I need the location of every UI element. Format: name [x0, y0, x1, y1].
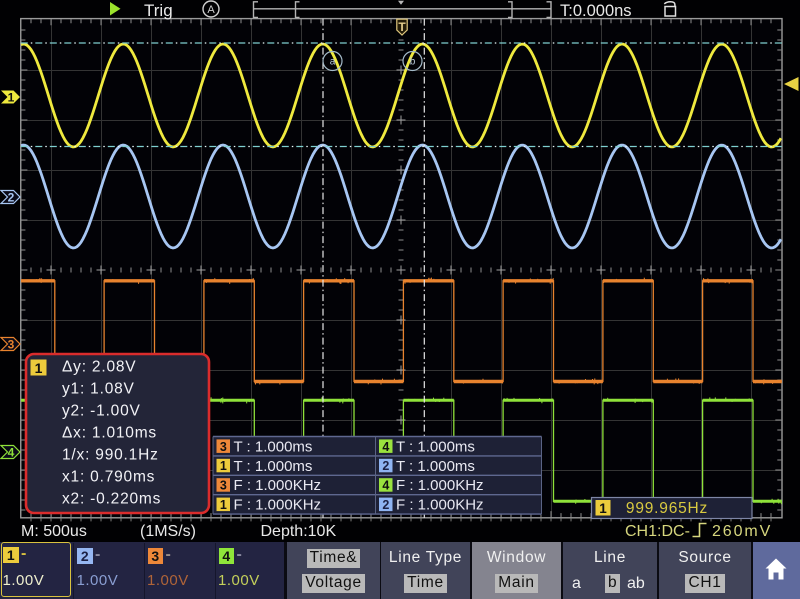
svg-text:3: 3	[220, 479, 227, 493]
svg-text:2: 2	[382, 498, 389, 512]
svg-text:4: 4	[382, 479, 389, 493]
svg-text:M: 500us: M: 500us	[21, 523, 87, 540]
svg-text:1: 1	[220, 498, 227, 512]
svg-text:A: A	[207, 4, 215, 16]
svg-text:F : 1.000KHz: F : 1.000KHz	[396, 477, 484, 494]
svg-text:2: 2	[382, 459, 389, 473]
svg-text:F : 1.000KHz: F : 1.000KHz	[234, 497, 322, 514]
svg-text:Δx: 1.010ms: Δx: 1.010ms	[62, 425, 157, 442]
svg-text:CH1:DC-: CH1:DC-	[625, 523, 690, 540]
svg-text:1: 1	[8, 91, 15, 105]
svg-text:x2: -0.220ms: x2: -0.220ms	[62, 491, 161, 508]
svg-text:1: 1	[35, 360, 43, 376]
svg-text:y1: 1.08V: y1: 1.08V	[62, 381, 135, 398]
svg-text:T:0.000ns: T:0.000ns	[560, 2, 632, 20]
svg-text:T : 1.000ms: T : 1.000ms	[396, 458, 475, 475]
svg-text:a: a	[330, 57, 336, 68]
svg-text:3: 3	[220, 440, 227, 454]
svg-text:Depth:10K: Depth:10K	[261, 523, 337, 540]
svg-text:F : 1.000KHz: F : 1.000KHz	[234, 477, 322, 494]
svg-text:T : 1.000ms: T : 1.000ms	[234, 438, 313, 455]
svg-text:y2: -1.00V: y2: -1.00V	[62, 403, 141, 420]
svg-text:1/x: 990.1Hz: 1/x: 990.1Hz	[62, 447, 159, 464]
svg-text:T: T	[398, 20, 406, 34]
svg-text:260mV: 260mV	[712, 523, 772, 540]
svg-text:T : 1.000ms: T : 1.000ms	[396, 438, 475, 455]
svg-text:3: 3	[8, 338, 15, 352]
svg-text:Trig: Trig	[144, 1, 173, 20]
svg-text:4: 4	[8, 446, 15, 460]
svg-text:1: 1	[599, 501, 607, 516]
svg-text:2: 2	[8, 191, 15, 205]
svg-text:1: 1	[220, 459, 227, 473]
svg-text:T : 1.000ms: T : 1.000ms	[234, 458, 313, 475]
svg-text:b: b	[410, 57, 416, 68]
svg-text:999.965Hz: 999.965Hz	[626, 500, 708, 517]
svg-text:x1: 0.790ms: x1: 0.790ms	[62, 469, 155, 486]
svg-text:4: 4	[382, 440, 389, 454]
svg-text:Δy: 2.08V: Δy: 2.08V	[62, 359, 136, 376]
svg-text:F : 1.000KHz: F : 1.000KHz	[396, 497, 484, 514]
svg-text:(1MS/s): (1MS/s)	[140, 523, 196, 540]
